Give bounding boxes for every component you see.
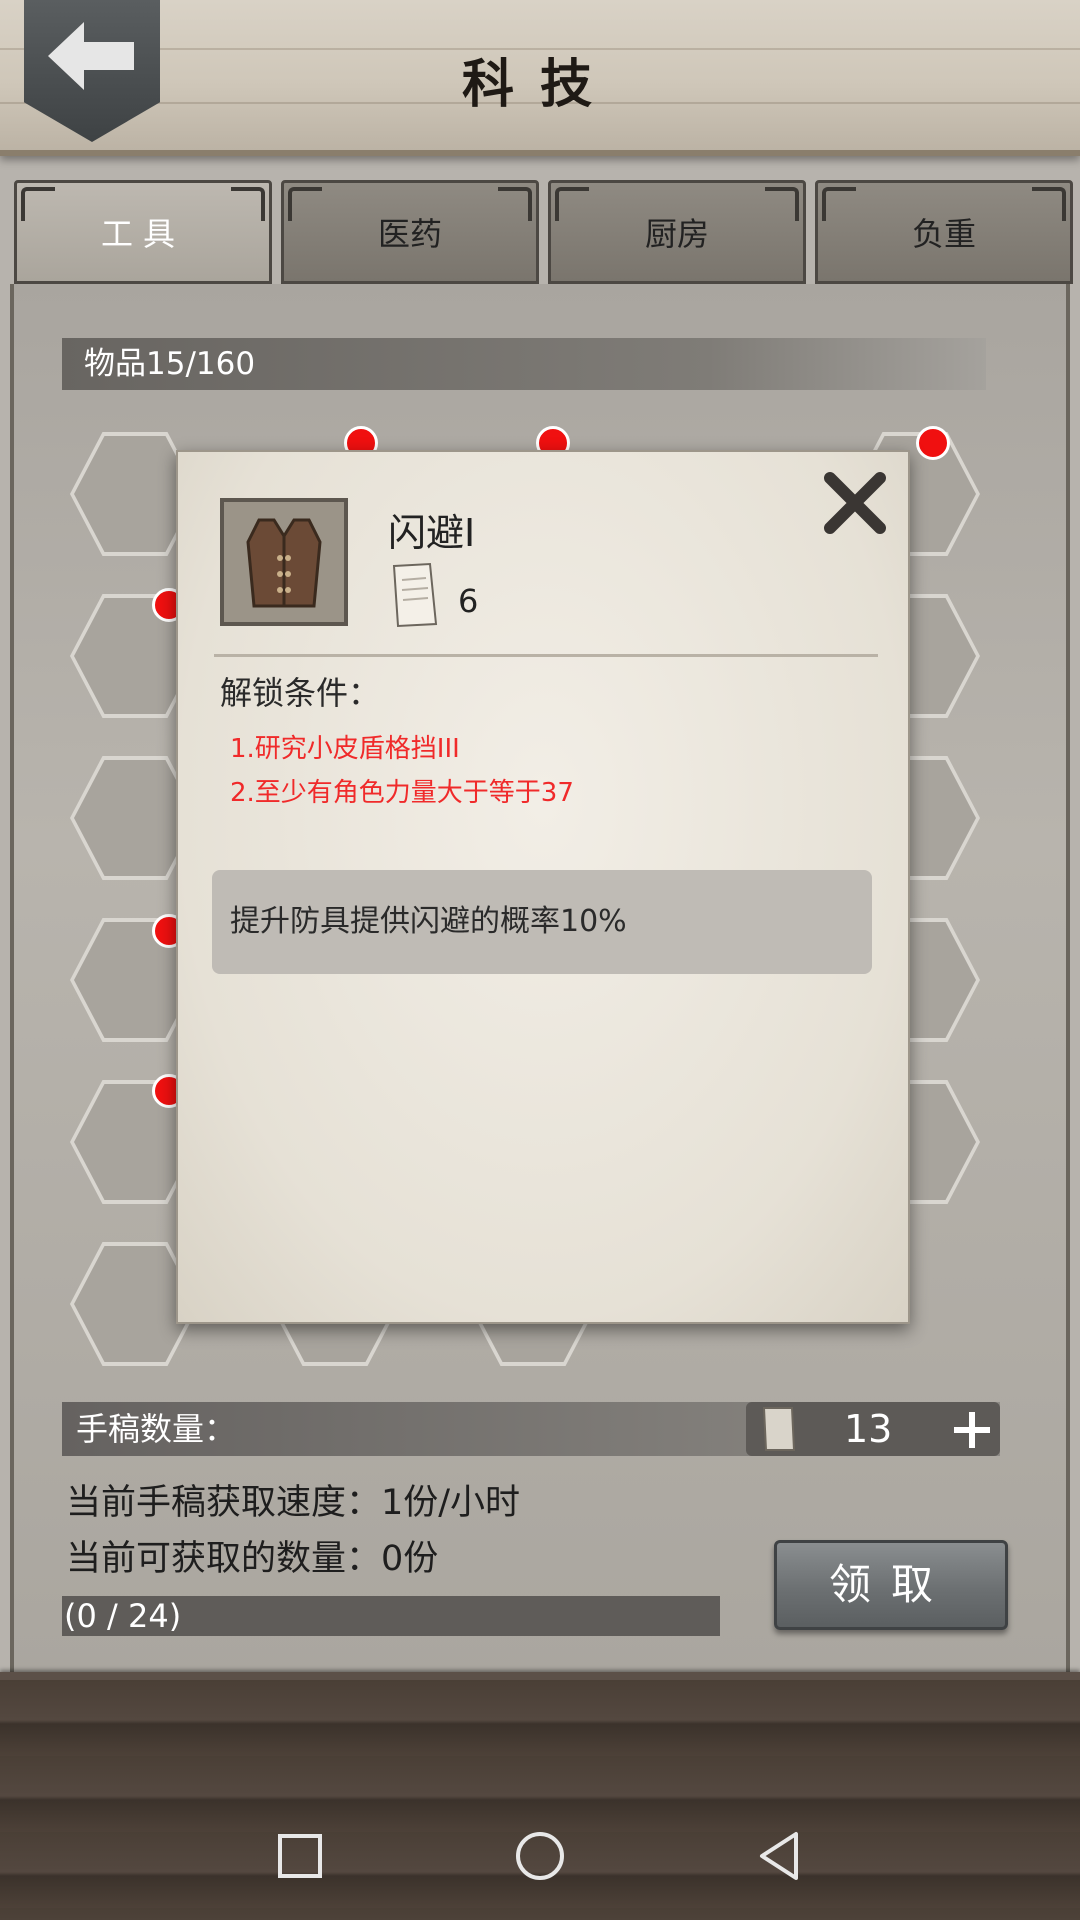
unlock-condition: 2.至少有角色力量大于等于37 <box>230 778 574 808</box>
unlock-conditions-title: 解锁条件： <box>220 674 381 712</box>
unlock-condition: 1.研究小皮盾格挡III <box>230 734 460 764</box>
tab-bar: 工具 医药 厨房 负重 <box>14 180 1074 284</box>
page-title: 科技 <box>461 54 618 115</box>
tech-detail-dialog: 闪避I 6 解锁条件： 1.研究小皮盾格挡III 2.至少有角色力量大于等于37… <box>176 450 910 1324</box>
new-indicator-dot <box>916 426 950 460</box>
manuscript-count: 13 <box>844 1407 893 1451</box>
manuscript-page-icon <box>392 562 438 628</box>
tab-medicine[interactable]: 医药 <box>281 180 539 284</box>
divider <box>214 654 878 657</box>
progress-label: (0 / 24) <box>64 1597 182 1635</box>
home-icon[interactable] <box>510 1826 570 1886</box>
tech-description: 提升防具提供闪避的概率10% <box>212 870 872 974</box>
header-plank: 科技 <box>0 0 1080 156</box>
tab-label: 医药 <box>377 215 442 253</box>
tab-load[interactable]: 负重 <box>815 180 1073 284</box>
manuscript-progress-bar: (0 / 24) <box>62 1596 720 1636</box>
add-manuscript-button[interactable] <box>950 1408 994 1452</box>
items-count-bar: 物品15/160 <box>62 338 986 390</box>
manuscript-cost: 6 <box>458 582 479 620</box>
tab-kitchen[interactable]: 厨房 <box>548 180 806 284</box>
leather-vest-icon <box>246 518 322 608</box>
tab-label: 厨房 <box>644 215 709 253</box>
manuscript-speed-text: 当前手稿获取速度：1份/小时 <box>66 1483 521 1523</box>
recent-apps-icon[interactable] <box>270 1826 330 1886</box>
tab-label: 工具 <box>100 215 185 253</box>
tech-name: 闪避I <box>388 511 476 555</box>
back-icon[interactable] <box>750 1826 810 1886</box>
close-icon[interactable] <box>820 468 890 538</box>
manuscript-page-icon <box>762 1407 796 1451</box>
tab-label: 负重 <box>911 215 976 253</box>
manuscript-available-text: 当前可获取的数量：0份 <box>66 1539 439 1579</box>
tech-portrait <box>220 498 348 626</box>
manuscript-counter: 13 <box>746 1402 1000 1456</box>
tab-tools[interactable]: 工具 <box>14 180 272 284</box>
claim-button[interactable]: 领取 <box>774 1540 1008 1630</box>
